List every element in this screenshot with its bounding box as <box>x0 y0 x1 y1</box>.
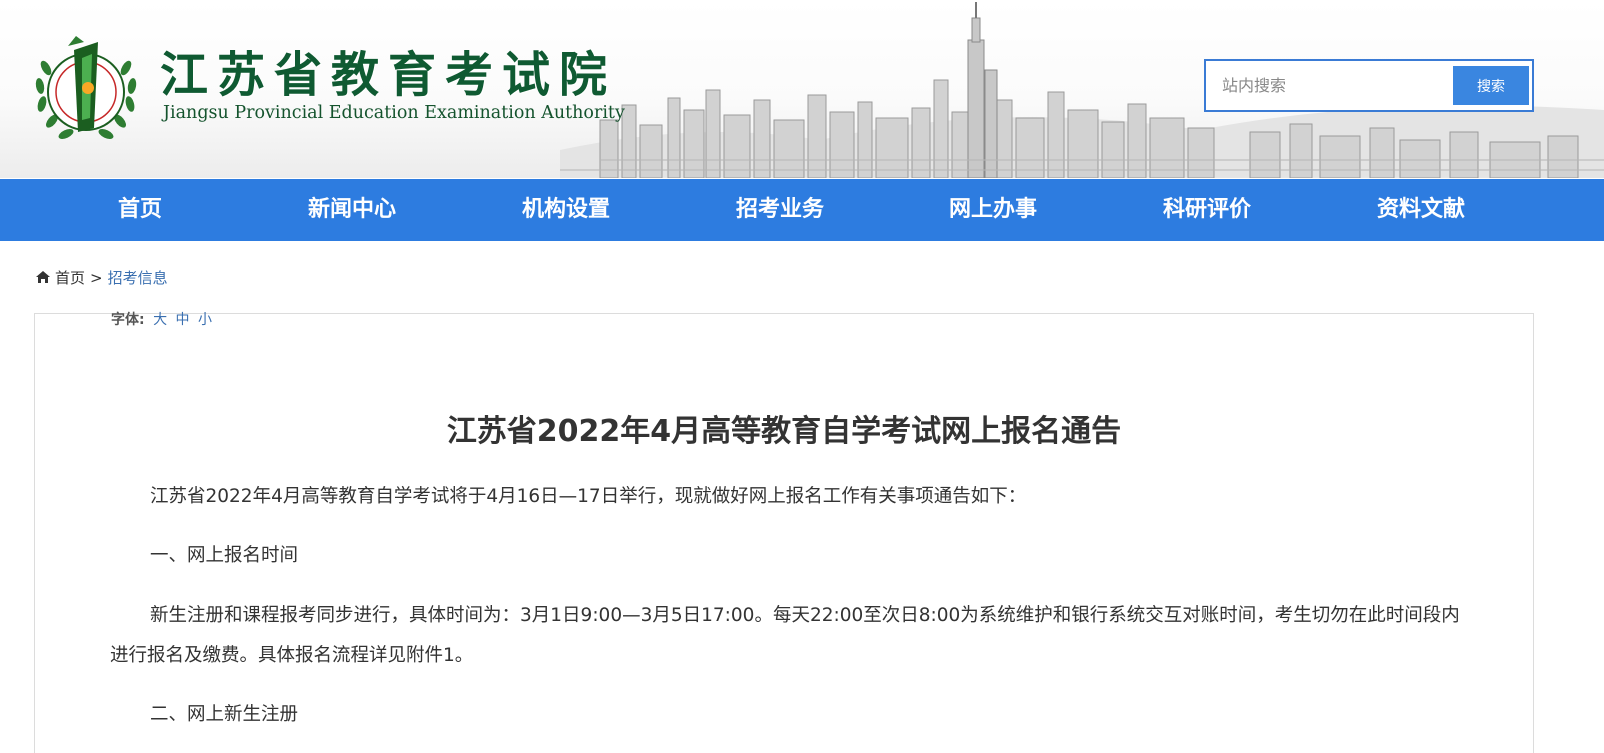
nav-item-online-services[interactable]: 网上办事 <box>893 179 1093 241</box>
font-size-label: 字体: <box>111 312 145 328</box>
font-size-selector: 字体: 大 中 小 <box>111 310 212 330</box>
search-button[interactable]: 搜索 <box>1453 66 1529 105</box>
nav-item-news[interactable]: 新闻中心 <box>252 179 452 241</box>
nav-item-admissions[interactable]: 招考业务 <box>680 179 880 241</box>
breadcrumb: 首页 > 招考信息 <box>35 266 168 290</box>
nav-item-documents[interactable]: 资料文献 <box>1321 179 1521 241</box>
font-size-medium[interactable]: 中 <box>176 312 190 328</box>
logo-emblem-icon <box>35 36 137 139</box>
nav-item-research[interactable]: 科研评价 <box>1107 179 1307 241</box>
breadcrumb-separator: > <box>90 269 103 287</box>
search-box: 搜索 <box>1204 59 1534 112</box>
article-panel <box>34 313 1534 753</box>
nav-item-home[interactable]: 首页 <box>40 179 240 241</box>
article-section-heading: 一、网上报名时间 <box>150 545 299 566</box>
font-size-large[interactable]: 大 <box>153 312 167 328</box>
site-header: 江苏省教育考试院 Jiangsu Provincial Education Ex… <box>0 0 1604 178</box>
nav-item-organization[interactable]: 机构设置 <box>466 179 666 241</box>
article-paragraph: 新生注册和课程报考同步进行，具体时间为：3月1日9:00—3月5日17:00。每… <box>110 605 1460 666</box>
font-size-small[interactable]: 小 <box>198 312 212 328</box>
site-title-cn: 江苏省教育考试院 <box>160 47 617 103</box>
site-title-en: Jiangsu Provincial Education Examination… <box>163 103 625 123</box>
article-title: 江苏省2022年4月高等教育自学考试网上报名通告 <box>446 414 1122 449</box>
breadcrumb-home-link[interactable]: 首页 <box>55 269 85 287</box>
home-icon <box>36 271 50 283</box>
breadcrumb-current-link[interactable]: 招考信息 <box>108 269 168 287</box>
search-input[interactable] <box>1206 61 1452 110</box>
article-section-heading: 二、网上新生注册 <box>150 704 299 725</box>
main-nav: 首页 新闻中心 机构设置 招考业务 网上办事 科研评价 资料文献 <box>0 179 1604 241</box>
article-paragraph: 江苏省2022年4月高等教育自学考试将于4月16日—17日举行，现就做好网上报名… <box>150 486 1027 507</box>
